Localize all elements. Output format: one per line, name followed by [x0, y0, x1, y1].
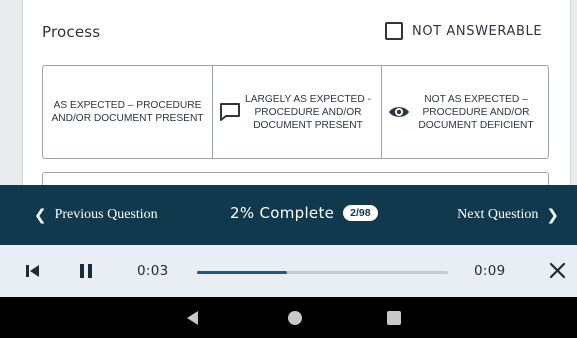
eye-icon	[388, 102, 410, 122]
option-label: AS EXPECTED – PROCEDURE AND/OR DOCUMENT …	[51, 100, 204, 124]
pause-icon[interactable]	[79, 263, 93, 279]
progress-count-badge: 2/98	[343, 205, 378, 221]
option-label: NOT AS EXPECTED – PROCEDURE AND/OR DOCUM…	[418, 93, 534, 131]
duration-time: 0:09	[474, 263, 506, 279]
playback-progress-fill	[197, 271, 288, 274]
progress-label: 2% Complete	[230, 204, 335, 222]
system-navigation-bar	[0, 297, 577, 338]
option-label: LARGELY AS EXPECTED - PROCEDURE AND/OR D…	[245, 93, 371, 131]
progress-indicator: 2% Complete 2/98	[230, 204, 378, 222]
next-question-label: Next Question	[457, 207, 539, 222]
not-answerable-label: NOT ANSWERABLE	[412, 23, 543, 39]
audio-player: 0:03 0:09	[0, 245, 577, 297]
chevron-right-icon: ❯	[546, 206, 559, 224]
option-as-expected[interactable]: AS EXPECTED – PROCEDURE AND/OR DOCUMENT …	[43, 66, 212, 158]
section-title: Process	[42, 23, 101, 41]
close-icon[interactable]	[549, 262, 566, 279]
option-not-as-expected[interactable]: NOT AS EXPECTED – PROCEDURE AND/OR DOCUM…	[381, 66, 548, 158]
answer-options-group: AS EXPECTED – PROCEDURE AND/OR DOCUMENT …	[42, 65, 549, 159]
not-answerable-checkbox[interactable]: NOT ANSWERABLE	[385, 22, 542, 40]
current-time: 0:03	[137, 263, 169, 279]
question-navigation-bar: ❮ Previous Question 2% Complete 2/98 Nex…	[0, 185, 577, 245]
previous-question-label: Previous Question	[54, 207, 158, 222]
system-recents-icon[interactable]	[387, 311, 401, 325]
system-home-icon[interactable]	[288, 311, 302, 325]
playback-progress-slider[interactable]	[197, 271, 448, 274]
checkbox-box[interactable]	[385, 22, 403, 40]
previous-question-button[interactable]: ❮ Previous Question	[34, 206, 158, 224]
comment-icon	[219, 102, 241, 122]
chevron-left-icon: ❮	[34, 206, 47, 224]
system-back-icon[interactable]	[187, 311, 198, 325]
option-largely-as-expected[interactable]: LARGELY AS EXPECTED - PROCEDURE AND/OR D…	[212, 66, 381, 158]
next-question-button[interactable]: Next Question ❯	[457, 206, 559, 224]
skip-back-icon[interactable]	[26, 263, 40, 279]
